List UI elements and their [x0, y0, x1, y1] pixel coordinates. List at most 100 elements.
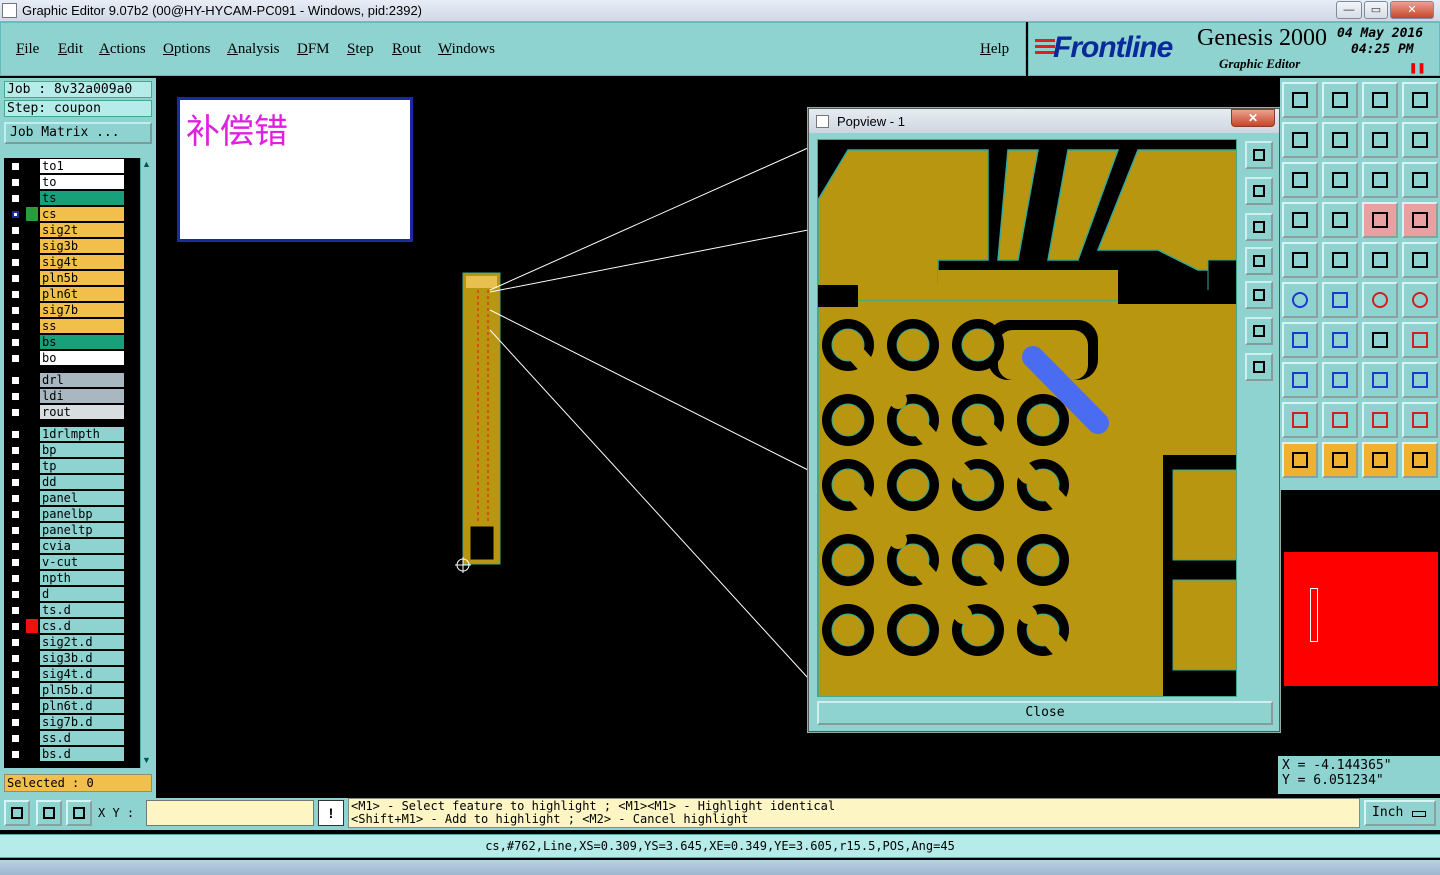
tool-line-button[interactable]	[1322, 322, 1358, 358]
tool-fit-icon	[1292, 172, 1308, 188]
tool-tri-icon	[1292, 412, 1308, 428]
tool-layer-button[interactable]	[1362, 202, 1398, 238]
tool-query-button[interactable]	[1402, 162, 1438, 198]
tool-cross-button[interactable]	[1322, 282, 1358, 318]
zoom-line	[489, 147, 809, 291]
command-bar: X Y : ! <M1> - Select feature to highlig…	[0, 798, 1440, 830]
tool-film-button[interactable]	[1282, 202, 1318, 238]
tool-tri-out-button[interactable]	[1402, 402, 1438, 438]
tool-ruler-button[interactable]	[1362, 242, 1398, 278]
popview-canvas[interactable]	[817, 139, 1237, 697]
tool-text-button[interactable]	[1402, 322, 1438, 358]
tool-net-button[interactable]	[1282, 282, 1318, 318]
tool-text-icon	[1412, 332, 1428, 348]
popview-zoom-in-button[interactable]	[1245, 141, 1273, 169]
grid-button[interactable]	[66, 800, 92, 826]
popview-right-button[interactable]	[1245, 281, 1273, 309]
zoom-in-icon	[1253, 149, 1265, 161]
arrow-right-icon	[1253, 289, 1265, 301]
zoom-line	[489, 329, 809, 679]
warning-button[interactable]: !	[318, 800, 344, 826]
tool-tri-up-button[interactable]	[1322, 402, 1358, 438]
tool-move-button[interactable]	[1282, 82, 1318, 118]
note-box: 补偿错	[177, 97, 413, 242]
tool-angle-button[interactable]	[1282, 322, 1318, 358]
tool-pad-button[interactable]	[1282, 242, 1318, 278]
tool-grid-button[interactable]	[1322, 202, 1358, 238]
tool-connect-icon	[1372, 292, 1388, 308]
tool-film-icon	[1292, 212, 1308, 228]
tool-scale-icon	[1372, 172, 1388, 188]
unit-selector[interactable]: Inch	[1364, 800, 1436, 826]
os-taskbar	[0, 860, 1440, 875]
tool-right-button[interactable]	[1322, 122, 1358, 158]
tool-copy-button[interactable]	[1322, 82, 1358, 118]
tool-tri-in-button[interactable]	[1362, 402, 1398, 438]
snap-button[interactable]	[4, 800, 30, 826]
grid-icon	[73, 807, 85, 819]
fit-icon	[1253, 361, 1265, 373]
tool-shape-button[interactable]	[1322, 242, 1358, 278]
tool-slice-icon	[1332, 372, 1348, 388]
tool-center-button[interactable]	[1322, 162, 1358, 198]
tool-slice-button[interactable]	[1322, 362, 1358, 398]
note-text: 补偿错	[186, 112, 288, 152]
popview-title: Popview - 1	[837, 114, 905, 129]
via-pad	[1026, 543, 1060, 577]
popview-left-button[interactable]	[1245, 247, 1273, 275]
tool-select-round-button[interactable]	[1362, 442, 1398, 478]
tool-frame-icon	[1412, 252, 1428, 268]
popview-down-button[interactable]	[1245, 213, 1273, 241]
tool-layer-alt-button[interactable]	[1402, 202, 1438, 238]
via-pad	[896, 468, 930, 502]
popview-up-button[interactable]	[1245, 177, 1273, 205]
via-pad	[896, 613, 930, 647]
tool-connect-alt-button[interactable]	[1402, 282, 1438, 318]
tool-tri-in-icon	[1372, 412, 1388, 428]
tool-frame-button[interactable]	[1402, 242, 1438, 278]
tool-home-button[interactable]	[1362, 82, 1398, 118]
tool-left-button[interactable]	[1282, 122, 1318, 158]
tool-group-icon	[1412, 372, 1428, 388]
via-pad	[831, 543, 865, 577]
coupon-board	[462, 272, 501, 565]
tool-fit-button[interactable]	[1282, 162, 1318, 198]
tool-zoom-button[interactable]	[1362, 362, 1398, 398]
tool-select-multi-button[interactable]	[1402, 442, 1438, 478]
overview-map[interactable]	[1284, 552, 1438, 686]
tool-tri-up-icon	[1332, 412, 1348, 428]
tool-swap-icon	[1412, 132, 1428, 148]
tool-scale-button[interactable]	[1362, 162, 1398, 198]
tool-arc-button[interactable]	[1362, 322, 1398, 358]
popview-fit-button[interactable]	[1245, 353, 1273, 381]
tool-line-icon	[1332, 332, 1348, 348]
tool-pointer-button[interactable]	[1282, 442, 1318, 478]
via-pad	[831, 613, 865, 647]
measure-button[interactable]	[36, 800, 62, 826]
tool-group-button[interactable]	[1402, 362, 1438, 398]
tool-break-icon	[1292, 372, 1308, 388]
tool-break-button[interactable]	[1282, 362, 1318, 398]
help-message: <M1> - Select feature to highlight ; <M1…	[348, 798, 1360, 828]
xy-input[interactable]	[146, 800, 314, 826]
help-line-2: <Shift+M1> - Add to highlight ; <M2> - C…	[351, 812, 749, 826]
tool-cross-icon	[1332, 292, 1348, 308]
tool-window-button[interactable]	[1402, 82, 1438, 118]
tool-mirror-button[interactable]	[1362, 122, 1398, 158]
popview-close-button[interactable]: Close	[817, 701, 1273, 725]
overview-viewport[interactable]	[1310, 588, 1318, 642]
tool-connect-button[interactable]	[1362, 282, 1398, 318]
tool-swap-button[interactable]	[1402, 122, 1438, 158]
tool-select-multi-icon	[1412, 452, 1428, 468]
copper-gap	[818, 285, 858, 307]
popview-zoom-out-button[interactable]	[1245, 317, 1273, 345]
tool-layer-icon	[1372, 212, 1388, 228]
tool-select-button[interactable]	[1322, 442, 1358, 478]
coupon-footer	[469, 525, 495, 561]
popview-toolbar	[1243, 139, 1273, 697]
tool-grid-icon	[1332, 212, 1348, 228]
tool-tri-button[interactable]	[1282, 402, 1318, 438]
popview-close-x-button[interactable]: ✕	[1231, 109, 1275, 127]
tool-center-icon	[1332, 172, 1348, 188]
tool-palette	[1280, 78, 1440, 490]
